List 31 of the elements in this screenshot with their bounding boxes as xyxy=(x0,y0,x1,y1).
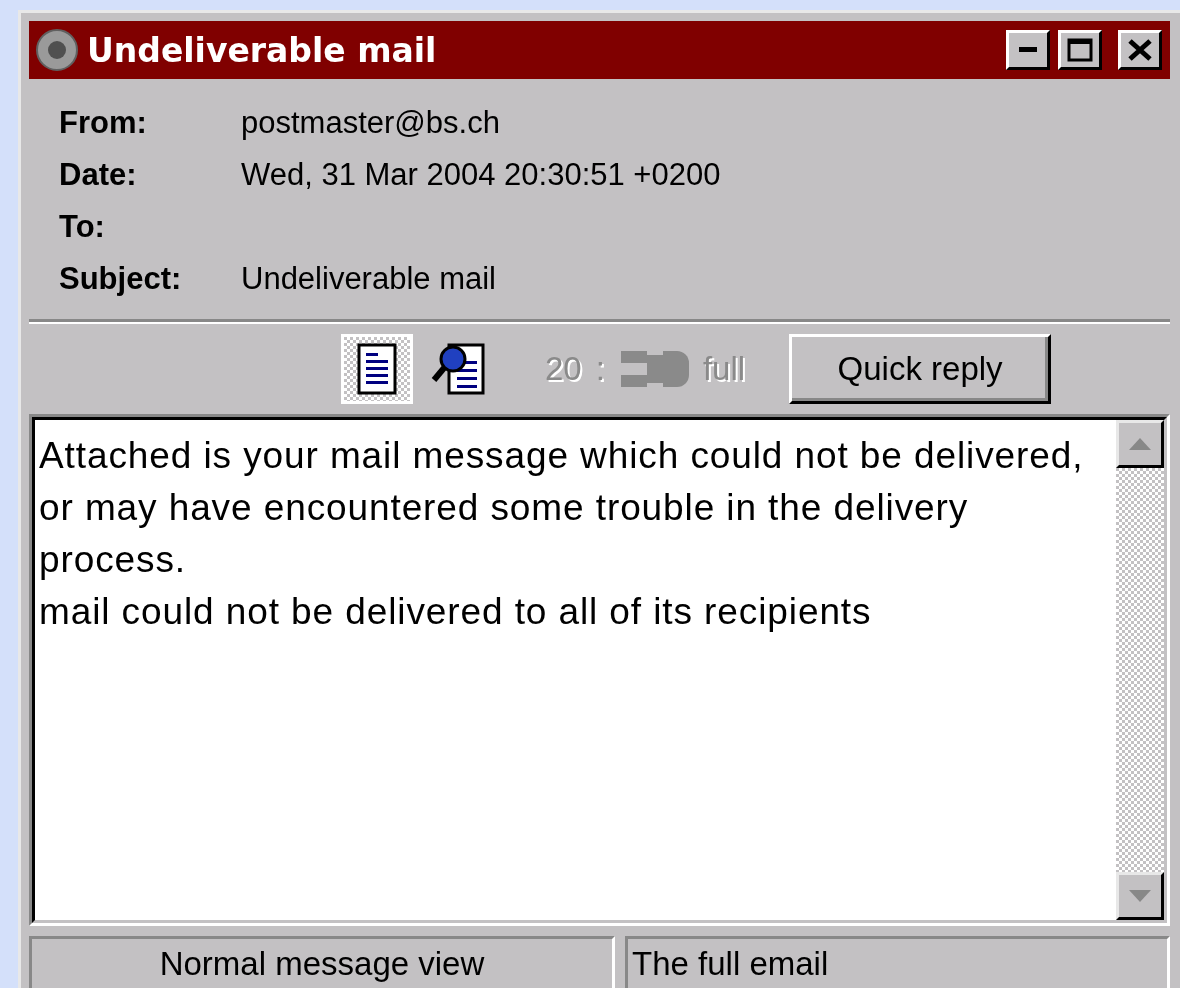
minimize-button[interactable] xyxy=(1006,30,1050,70)
header-label: To: xyxy=(59,208,106,246)
slider-separator: : xyxy=(595,350,605,388)
close-icon xyxy=(1128,39,1152,61)
app-icon xyxy=(35,28,79,72)
view-button[interactable] xyxy=(341,334,413,404)
up-arrow-icon xyxy=(1129,438,1151,450)
message-paragraph: mail could not be delivered to all of its recipients xyxy=(39,590,873,634)
quick-reply-button[interactable]: Quick reply xyxy=(789,334,1052,404)
document-icon xyxy=(357,343,397,395)
scrollbar[interactable] xyxy=(1116,420,1164,920)
slider-max-label: full xyxy=(702,350,746,388)
header-value: postmaster@bs.ch xyxy=(241,104,501,142)
maximize-icon xyxy=(1067,38,1093,62)
header-label: From: xyxy=(59,104,148,142)
window-title: Undeliverable mail xyxy=(87,30,438,70)
maximize-button[interactable] xyxy=(1058,30,1102,70)
header-label: Date: xyxy=(59,156,138,194)
document-magnifier-icon xyxy=(431,343,487,395)
message-paragraph: Attached is your mail message which could not be delivered, or may have encountered some trouble in the delivery process. xyxy=(39,434,1085,582)
scroll-up-button[interactable] xyxy=(1116,420,1164,468)
minimize-icon xyxy=(1019,47,1037,53)
header-label: Subject: xyxy=(59,260,183,298)
scroll-down-button[interactable] xyxy=(1116,872,1164,920)
header-value: Wed, 31 Mar 2004 20:30:51 +0200 xyxy=(241,156,722,194)
slider-min-label: 20 xyxy=(545,350,582,388)
header-value: Undeliverable mail xyxy=(241,260,497,298)
down-arrow-icon xyxy=(1129,890,1151,902)
status-pane: Normal message view xyxy=(29,936,615,988)
close-button[interactable] xyxy=(1118,30,1162,70)
status-pane: The full email xyxy=(625,936,1170,988)
